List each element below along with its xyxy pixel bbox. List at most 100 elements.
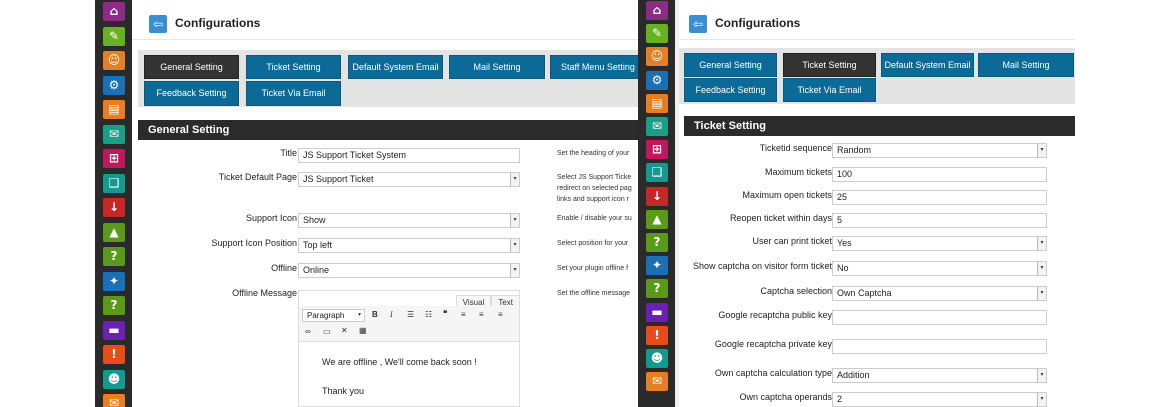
main-content: ⇦ Configurations General Setting Ticket … bbox=[132, 0, 638, 407]
megaphone-icon[interactable]: ▲ bbox=[103, 222, 125, 242]
home-icon[interactable]: ⌂ bbox=[103, 2, 125, 21]
maximum-tickets-input[interactable]: 100 bbox=[832, 167, 1047, 182]
maximum-open-tickets-input[interactable]: 25 bbox=[832, 190, 1047, 205]
link-icon[interactable]: ∞ bbox=[305, 327, 311, 336]
recaptcha-public-key-label: Google recaptcha public key bbox=[718, 310, 832, 320]
align-center-icon[interactable]: ≡ bbox=[479, 310, 484, 319]
editor-body[interactable]: We are offline , We'll come back soon ! … bbox=[322, 355, 477, 399]
back-arrow-icon[interactable]: ⇦ bbox=[689, 15, 707, 33]
alert-icon[interactable]: ! bbox=[646, 325, 668, 345]
captcha-selection-select[interactable]: Own Captcha ▾ bbox=[832, 286, 1047, 301]
network-icon[interactable]: ✦ bbox=[103, 271, 125, 291]
network-icon[interactable]: ✦ bbox=[646, 256, 668, 276]
general-setting-panel: ⌂ ✎ ☺ ⚙ ▤ ✉ ⊞ ❑ ↓ ▲? ✦? ▬! ☻ ✉ ⇦ Configurations Gener… bbox=[95, 0, 638, 407]
bullet-list-icon[interactable]: ☰ bbox=[407, 310, 414, 319]
show-captcha-select[interactable]: No ▾ bbox=[832, 261, 1047, 276]
toolbar-toggle-icon[interactable]: ▦ bbox=[359, 326, 367, 335]
recaptcha-public-key-input[interactable] bbox=[832, 310, 1047, 325]
reopen-ticket-days-label: Reopen ticket within days bbox=[729, 213, 832, 223]
help-icon[interactable]: ? bbox=[103, 247, 125, 266]
tab-feedback-setting[interactable]: Feedback Setting bbox=[684, 78, 777, 102]
form-icon[interactable]: ▤ bbox=[646, 93, 668, 113]
back-arrow-icon[interactable]: ⇦ bbox=[149, 15, 167, 33]
envelope-icon[interactable]: ✉ bbox=[103, 394, 125, 407]
tab-general-setting[interactable]: General Setting bbox=[684, 53, 777, 77]
horizontal-rule-icon[interactable]: ▭ bbox=[323, 327, 331, 336]
ticket-default-page-select[interactable]: JS Support Ticket ▾ bbox=[298, 172, 520, 187]
bold-icon[interactable]: B bbox=[372, 310, 378, 319]
envelope-icon[interactable]: ✉ bbox=[646, 372, 668, 392]
ticket-icon[interactable]: ✎ bbox=[103, 26, 125, 46]
reopen-ticket-days-input[interactable]: 5 bbox=[832, 213, 1047, 228]
recaptcha-private-key-input[interactable] bbox=[832, 339, 1047, 354]
settings-tabs: General Setting Ticket Setting Default S… bbox=[138, 50, 638, 107]
captcha-operands-value: 2 bbox=[837, 394, 843, 404]
users-icon[interactable]: ☺ bbox=[646, 47, 668, 67]
offline-message-editor[interactable]: Visual Text Paragraph ▾ B I ☰ ☷ ❝ ≡ ≡ ≡ ∞ … bbox=[298, 290, 520, 407]
messages-icon[interactable]: ▬ bbox=[103, 320, 125, 340]
alert-icon[interactable]: ! bbox=[103, 345, 125, 364]
support-icon-help: Enable / disable your su bbox=[557, 215, 632, 222]
messages-icon[interactable]: ▬ bbox=[646, 302, 668, 322]
section-title: General Setting bbox=[138, 120, 638, 140]
sitemap-icon[interactable]: ⊞ bbox=[103, 149, 125, 168]
book-icon[interactable]: ❑ bbox=[103, 173, 125, 193]
tab-ticket-setting[interactable]: Ticket Setting bbox=[246, 55, 341, 79]
tab-mail-setting[interactable]: Mail Setting bbox=[449, 55, 545, 79]
support-icon-label: Support Icon bbox=[245, 213, 297, 223]
blockquote-icon[interactable]: ❝ bbox=[443, 309, 447, 318]
download-icon[interactable]: ↓ bbox=[103, 198, 125, 217]
page-header: ⇦ Configurations bbox=[679, 0, 1075, 40]
maximum-open-tickets-label: Maximum open tickets bbox=[742, 190, 832, 200]
users-icon[interactable]: ☺ bbox=[103, 51, 125, 70]
format-select[interactable]: Paragraph ▾ bbox=[302, 309, 365, 322]
tab-mail-setting[interactable]: Mail Setting bbox=[978, 53, 1074, 77]
support-icon-position-label: Support Icon Position bbox=[211, 238, 297, 248]
italic-icon[interactable]: I bbox=[390, 310, 393, 319]
numbered-list-icon[interactable]: ☷ bbox=[425, 310, 432, 319]
captcha-operands-select[interactable]: 2 ▾ bbox=[832, 392, 1047, 407]
captcha-calculation-type-select[interactable]: Addition ▾ bbox=[832, 368, 1047, 383]
offline-select[interactable]: Online ▾ bbox=[298, 263, 520, 278]
support-icon-select[interactable]: Show ▾ bbox=[298, 213, 520, 228]
support-icon-position-help: Select position for your bbox=[557, 240, 629, 247]
form-icon[interactable]: ▤ bbox=[103, 100, 125, 119]
book-icon[interactable]: ❑ bbox=[646, 163, 668, 183]
title-label: Title bbox=[280, 148, 297, 158]
tab-staff-menu-setting[interactable]: Staff Menu Setting bbox=[550, 55, 638, 79]
chevron-down-icon: ▾ bbox=[1037, 262, 1046, 275]
user-can-print-ticket-select[interactable]: Yes ▾ bbox=[832, 236, 1047, 251]
ticketid-sequence-select[interactable]: Random ▾ bbox=[832, 143, 1047, 158]
format-value: Paragraph bbox=[307, 311, 345, 320]
tab-feedback-setting[interactable]: Feedback Setting bbox=[144, 81, 239, 106]
user-settings-icon[interactable]: ☻ bbox=[103, 369, 125, 389]
user-settings-icon[interactable]: ☻ bbox=[646, 349, 668, 368]
download-icon[interactable]: ↓ bbox=[646, 186, 668, 206]
sitemap-icon[interactable]: ⊞ bbox=[646, 140, 668, 160]
chevron-down-icon: ▾ bbox=[1037, 144, 1046, 157]
gears-icon[interactable]: ⚙ bbox=[103, 75, 125, 95]
help-icon[interactable]: ? bbox=[646, 233, 668, 252]
ticket-icon[interactable]: ✎ bbox=[646, 24, 668, 44]
tab-ticket-via-email[interactable]: Ticket Via Email bbox=[246, 81, 341, 106]
chat-icon[interactable]: ✉ bbox=[103, 124, 125, 144]
fullscreen-icon[interactable]: ✕ bbox=[341, 326, 348, 335]
megaphone-icon[interactable]: ▲ bbox=[646, 209, 668, 229]
captcha-selection-label: Captcha selection bbox=[760, 286, 832, 296]
faq-icon[interactable]: ? bbox=[103, 296, 125, 315]
tab-general-setting[interactable]: General Setting bbox=[144, 55, 239, 79]
tab-ticket-via-email[interactable]: Ticket Via Email bbox=[783, 78, 876, 102]
gears-icon[interactable]: ⚙ bbox=[646, 70, 668, 90]
tab-default-system-email[interactable]: Default System Email bbox=[348, 55, 443, 79]
support-icon-position-select[interactable]: Top left ▾ bbox=[298, 238, 520, 253]
align-left-icon[interactable]: ≡ bbox=[461, 310, 466, 319]
chat-icon[interactable]: ✉ bbox=[646, 117, 668, 136]
home-icon[interactable]: ⌂ bbox=[646, 1, 668, 20]
align-right-icon[interactable]: ≡ bbox=[498, 310, 503, 319]
title-input[interactable]: JS Support Ticket System bbox=[298, 148, 520, 163]
tab-ticket-setting[interactable]: Ticket Setting bbox=[783, 53, 876, 77]
tab-default-system-email[interactable]: Default System Email bbox=[881, 53, 974, 77]
faq-icon[interactable]: ? bbox=[646, 279, 668, 299]
chevron-down-icon: ▾ bbox=[1037, 393, 1046, 406]
captcha-operands-label: Own captcha operands bbox=[739, 392, 832, 402]
